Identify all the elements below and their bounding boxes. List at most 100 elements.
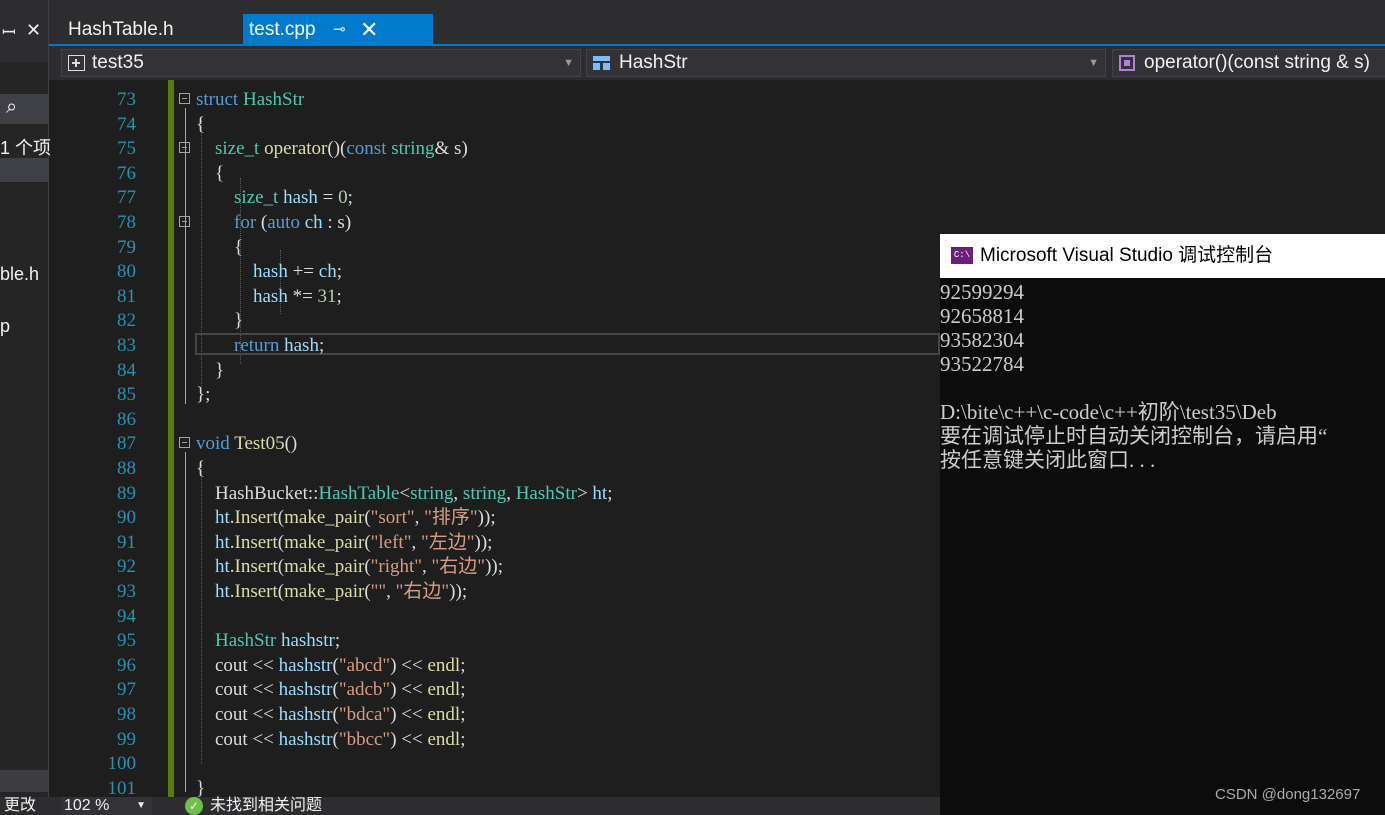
tab-label: test.cpp xyxy=(249,19,316,40)
close-icon[interactable]: ✕ xyxy=(26,20,41,41)
line-number: 87 xyxy=(117,433,136,455)
method-icon xyxy=(1119,55,1135,71)
code-line-92[interactable]: ht.Insert(make_pair("right", "右边")); xyxy=(60,555,940,580)
debug-console-window[interactable]: C:\ Microsoft Visual Studio 调试控制台 925992… xyxy=(940,234,1385,815)
code-line-82[interactable]: } xyxy=(60,309,940,334)
line-number: 98 xyxy=(117,704,136,725)
tab-test-cpp[interactable]: test.cpp ⊸ ✕ xyxy=(243,14,433,46)
line-number: 79 xyxy=(117,236,136,258)
collapse-icon[interactable] xyxy=(179,216,190,227)
code-line-98[interactable]: cout << hashstr("bdca") << endl; xyxy=(60,703,940,728)
code-line-99[interactable]: cout << hashstr("bbcc") << endl; xyxy=(60,728,940,753)
line-number: 74 xyxy=(117,113,136,135)
line-number: 82 xyxy=(117,310,136,332)
selected-row[interactable] xyxy=(0,158,48,182)
line-number: 93 xyxy=(117,581,136,602)
line-number: 89 xyxy=(117,482,136,504)
navigation-bar: test35 ▼ HashStr ▼ operator()(const stri… xyxy=(49,46,1385,80)
collapse-icon[interactable] xyxy=(179,142,190,154)
code-line-77[interactable]: size_t hash = 0; xyxy=(60,186,940,211)
chevron-down-icon: ▼ xyxy=(136,800,146,811)
code-line-93[interactable]: ht.Insert(make_pair("", "右边")); xyxy=(60,580,940,605)
code-line-80[interactable]: hash += ch; xyxy=(60,260,940,285)
code-line-75[interactable]: size_t operator()(const string& s) xyxy=(60,137,940,162)
line-number: 94 xyxy=(117,605,136,627)
code-line-91[interactable]: ht.Insert(make_pair("left", "左边")); xyxy=(60,531,940,556)
collapse-icon[interactable] xyxy=(179,93,190,104)
line-number: 96 xyxy=(117,654,136,676)
collapse-icon[interactable] xyxy=(179,437,190,449)
code-line-101[interactable]: } xyxy=(60,777,940,797)
line-number: 80 xyxy=(117,261,136,283)
line-number: 83 xyxy=(117,335,136,356)
close-tab-icon[interactable]: ✕ xyxy=(360,14,378,46)
code-line-76[interactable]: { xyxy=(60,162,940,187)
line-number: 101 xyxy=(107,777,137,797)
line-number: 97 xyxy=(117,679,136,701)
zoom-dropdown[interactable]: 102 % ▼ xyxy=(62,797,152,815)
item-count-label: 1 个项 xyxy=(0,138,52,158)
zoom-level: 102 % xyxy=(64,797,110,814)
code-line-94[interactable] xyxy=(60,605,940,630)
changes-label: 更改 xyxy=(4,797,37,814)
project-icon xyxy=(68,55,85,71)
horizontal-scrollbar[interactable] xyxy=(0,770,48,792)
chevron-down-icon: ▼ xyxy=(563,57,574,69)
code-line-89[interactable]: HashBucket::HashTable<string, string, Ha… xyxy=(60,482,940,507)
code-line-90[interactable]: ht.Insert(make_pair("sort", "排序")); xyxy=(60,506,940,531)
tree-item-hashtable-h[interactable]: ble.h xyxy=(0,264,39,285)
document-tab-strip: HashTable.h test.cpp ⊸ ✕ xyxy=(49,0,1385,46)
line-number: 78 xyxy=(117,212,136,233)
chevron-down-icon: ▼ xyxy=(1088,57,1099,69)
check-icon: ✓ xyxy=(185,797,203,815)
console-title: Microsoft Visual Studio 调试控制台 xyxy=(980,245,1274,266)
member-label: operator()(const string & s) xyxy=(1144,52,1370,73)
issues-status[interactable]: 未找到相关问题 xyxy=(210,797,322,815)
code-line-73[interactable]: struct HashStr xyxy=(60,88,940,113)
pin-tab-icon[interactable]: ⊸ xyxy=(333,14,346,46)
code-line-88[interactable]: { xyxy=(60,457,940,482)
line-number: 76 xyxy=(117,162,136,184)
line-number: 86 xyxy=(117,408,136,430)
line-number: 77 xyxy=(117,187,136,209)
code-line-100[interactable] xyxy=(60,752,940,777)
console-line: D:\bite\c++\c-code\c++初阶\test35\Deb xyxy=(940,400,1277,424)
tab-hashtable-h[interactable]: HashTable.h xyxy=(49,14,241,46)
line-number: 88 xyxy=(117,458,136,479)
line-number: 85 xyxy=(117,384,136,406)
console-line: 93522784 xyxy=(940,352,1024,376)
line-number: 73 xyxy=(117,89,136,110)
member-dropdown[interactable]: operator()(const string & s) xyxy=(1112,49,1385,77)
line-number: 95 xyxy=(117,630,136,652)
project-label: test35 xyxy=(92,52,144,73)
code-line-74[interactable]: { xyxy=(60,113,940,138)
console-app-icon: C:\ xyxy=(951,247,973,264)
tree-item-test-cpp[interactable]: p xyxy=(0,316,10,337)
scope-dropdown[interactable]: HashStr ▼ xyxy=(586,49,1106,77)
console-title-bar[interactable]: C:\ Microsoft Visual Studio 调试控制台 xyxy=(940,234,1385,278)
line-number: 90 xyxy=(117,507,136,529)
code-line-81[interactable]: hash *= 31; xyxy=(60,285,940,310)
search-box[interactable]: ⌕ xyxy=(0,94,48,124)
code-line-79[interactable]: { xyxy=(60,236,940,261)
code-editor[interactable]: struct HashStr { size_t operator()(const… xyxy=(60,80,940,797)
code-line-84[interactable]: } xyxy=(60,359,940,384)
console-line: 按任意键关闭此窗口. . . xyxy=(940,448,1156,472)
line-number: 91 xyxy=(117,531,136,553)
code-line-95[interactable]: HashStr hashstr; xyxy=(60,629,940,654)
watermark: CSDN @dong132697 xyxy=(1215,786,1361,803)
line-number: 92 xyxy=(117,556,136,578)
console-line: 93582304 xyxy=(940,328,1024,352)
code-line-87[interactable]: void Test05() xyxy=(60,432,940,457)
scope-label: HashStr xyxy=(619,52,688,73)
code-line-96[interactable]: cout << hashstr("abcd") << endl; xyxy=(60,654,940,679)
solution-explorer-panel: ꟷ ✕ ⌕ 1 个项 ble.h p xyxy=(0,0,52,815)
code-line-86[interactable] xyxy=(60,408,940,433)
pin-icon[interactable]: ꟷ xyxy=(2,20,16,43)
code-line-97[interactable]: cout << hashstr("adcb") << endl; xyxy=(60,678,940,703)
code-line-85[interactable]: }; xyxy=(60,383,940,408)
code-line-78[interactable]: for (auto ch : s) xyxy=(60,211,940,236)
code-line-83[interactable]: return hash; xyxy=(60,334,940,359)
editor-status-bar: 更改 102 % ▼ ✓ 未找到相关问题 xyxy=(0,797,940,815)
project-dropdown[interactable]: test35 ▼ xyxy=(61,49,581,77)
